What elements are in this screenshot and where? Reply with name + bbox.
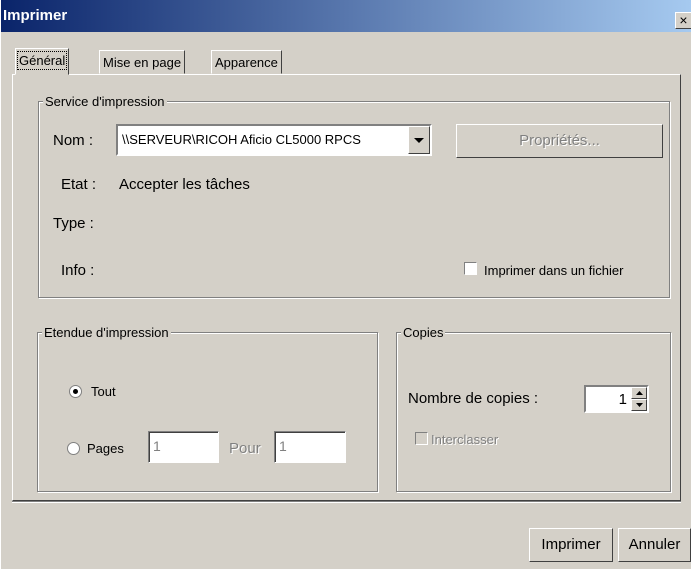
- pages-from-input[interactable]: 1: [148, 431, 219, 463]
- copies-spinner[interactable]: 1: [584, 385, 649, 413]
- chevron-down-icon: [414, 138, 424, 143]
- pages-radio[interactable]: [67, 442, 80, 455]
- print-to-file-label: Imprimer dans un fichier: [484, 263, 624, 278]
- tab-mise-en-page[interactable]: Mise en page: [99, 50, 186, 74]
- spin-down-button[interactable]: [631, 399, 647, 411]
- type-label: Type :: [53, 215, 94, 232]
- tab-apparence[interactable]: Apparence: [211, 50, 282, 74]
- copies-count-label: Nombre de copies :: [408, 390, 539, 407]
- service-group-title: Service d'impression: [43, 94, 167, 109]
- all-label: Tout: [91, 384, 116, 399]
- name-label: Nom :: [53, 132, 94, 149]
- printer-select[interactable]: \\SERVEUR\RICOH Aficio CL5000 RPCS: [116, 124, 432, 156]
- properties-button[interactable]: Propriétés...: [456, 124, 663, 158]
- to-label: Pour: [229, 440, 261, 457]
- state-value: Accepter les tâches: [119, 176, 250, 193]
- copies-count-value: 1: [618, 391, 627, 408]
- all-radio[interactable]: [69, 385, 82, 398]
- state-label: Etat :: [61, 176, 97, 193]
- print-dialog: Imprimer × Général Mise en page Apparenc…: [0, 0, 691, 569]
- info-label: Info :: [61, 262, 95, 279]
- spinner-buttons: [631, 387, 647, 411]
- title-bar[interactable]: Imprimer ×: [1, 0, 691, 32]
- copies-group-title: Copies: [401, 325, 446, 340]
- pages-label: Pages: [87, 441, 124, 456]
- arrow-down-icon: [636, 403, 643, 407]
- arrow-up-icon: [636, 391, 643, 395]
- printer-dropdown-button[interactable]: [408, 126, 430, 154]
- tab-apparence-label: Apparence: [215, 55, 278, 70]
- print-button[interactable]: Imprimer: [529, 528, 613, 562]
- print-to-file-checkbox[interactable]: [464, 262, 477, 275]
- window-title: Imprimer: [3, 7, 68, 24]
- spin-up-button[interactable]: [631, 387, 647, 399]
- range-group: Etendue d'impression: [37, 325, 378, 492]
- cancel-button[interactable]: Annuler: [618, 528, 691, 562]
- printer-select-value: \\SERVEUR\RICOH Aficio CL5000 RPCS: [122, 132, 361, 147]
- collate-label: Interclasser: [431, 432, 499, 447]
- divider: [12, 501, 681, 503]
- tab-general[interactable]: Général: [15, 48, 70, 75]
- close-button[interactable]: ×: [675, 12, 691, 29]
- tab-mise-en-page-label: Mise en page: [103, 55, 182, 70]
- collate-checkbox[interactable]: [415, 432, 428, 445]
- range-group-title: Etendue d'impression: [42, 325, 171, 340]
- pages-to-input[interactable]: 1: [274, 431, 346, 463]
- tab-general-label: Général: [16, 51, 68, 70]
